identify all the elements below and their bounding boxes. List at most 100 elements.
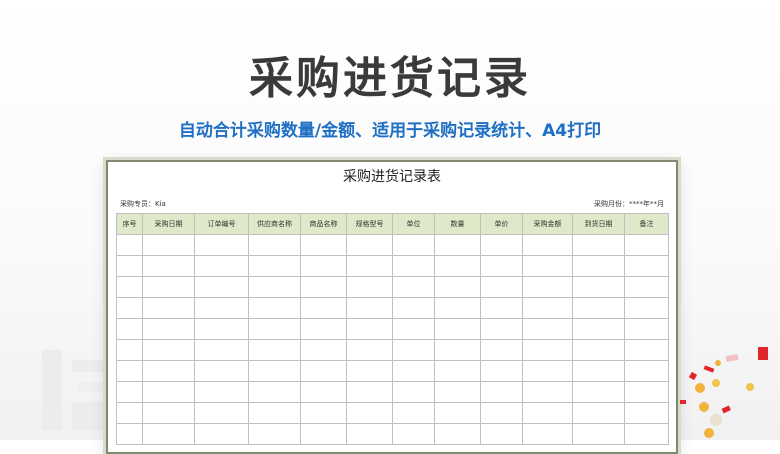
table-row	[116, 276, 669, 298]
table-cell	[194, 381, 249, 403]
table-cell	[116, 423, 143, 445]
table-cell	[480, 255, 523, 277]
decoration-confetti	[676, 345, 780, 440]
table-row	[116, 297, 669, 319]
table-cell	[300, 297, 347, 319]
table-cell	[434, 318, 481, 340]
column-header: 商品名称	[300, 213, 347, 235]
table-cell	[142, 402, 195, 424]
table-cell	[480, 402, 523, 424]
table-row	[116, 318, 669, 340]
table-cell	[194, 297, 249, 319]
table-cell	[572, 276, 625, 298]
table-cell	[248, 297, 301, 319]
page-subtitle: 自动合计采购数量/金额、适用于采购记录统计、A4打印	[178, 121, 602, 141]
spreadsheet-preview: 采购进货记录表 采购专员：Kia 采购月份：****年**月 序号 采购日期 订…	[106, 160, 678, 454]
table-cell	[392, 318, 435, 340]
table-cell	[392, 339, 435, 361]
table-header-row: 序号 采购日期 订单编号 供应商名称 商品名称 规格型号 单位 数量 单价 采购…	[116, 213, 669, 235]
table-row	[116, 234, 669, 256]
table-cell	[522, 360, 573, 382]
table-cell	[248, 423, 301, 445]
table-cell	[346, 360, 393, 382]
table-cell	[142, 381, 195, 403]
table-cell	[142, 318, 195, 340]
month-label: 采购月份：****年**月	[594, 200, 664, 208]
table-cell	[572, 381, 625, 403]
table-cell	[116, 339, 143, 361]
table-cell	[300, 360, 347, 382]
table-row	[116, 339, 669, 361]
table-cell	[142, 423, 195, 445]
table-cell	[522, 234, 573, 256]
table-cell	[116, 276, 143, 298]
table-cell	[194, 339, 249, 361]
table-cell	[572, 255, 625, 277]
table-cell	[480, 381, 523, 403]
table-cell	[572, 423, 625, 445]
table-cell	[346, 318, 393, 340]
table-cell	[522, 297, 573, 319]
column-header: 单价	[480, 213, 523, 235]
table-cell	[624, 402, 669, 424]
table-cell	[142, 360, 195, 382]
table-cell	[300, 423, 347, 445]
page-title: 采购进货记录	[249, 53, 531, 104]
table-cell	[116, 381, 143, 403]
table-cell	[624, 423, 669, 445]
table-cell	[194, 423, 249, 445]
table-cell	[346, 234, 393, 256]
table-cell	[300, 276, 347, 298]
table-cell	[392, 276, 435, 298]
table-cell	[194, 318, 249, 340]
table-cell	[434, 255, 481, 277]
table-cell	[624, 381, 669, 403]
table-cell	[522, 381, 573, 403]
table-cell	[300, 318, 347, 340]
table-row	[116, 423, 669, 445]
table-cell	[346, 381, 393, 403]
column-header: 采购金额	[522, 213, 573, 235]
table-cell	[572, 318, 625, 340]
table-cell	[572, 339, 625, 361]
table-cell	[522, 402, 573, 424]
record-table: 序号 采购日期 订单编号 供应商名称 商品名称 规格型号 单位 数量 单价 采购…	[116, 213, 669, 445]
table-cell	[248, 381, 301, 403]
table-cell	[392, 381, 435, 403]
table-cell	[116, 402, 143, 424]
table-cell	[434, 234, 481, 256]
table-cell	[346, 423, 393, 445]
table-cell	[142, 297, 195, 319]
table-cell	[194, 276, 249, 298]
table-cell	[248, 360, 301, 382]
table-cell	[116, 234, 143, 256]
table-cell	[248, 318, 301, 340]
column-header: 采购日期	[142, 213, 195, 235]
column-header: 数量	[434, 213, 481, 235]
column-header: 供应商名称	[248, 213, 301, 235]
table-cell	[142, 255, 195, 277]
table-cell	[142, 276, 195, 298]
table-cell	[300, 234, 347, 256]
table-cell	[624, 276, 669, 298]
table-cell	[194, 234, 249, 256]
table-cell	[142, 339, 195, 361]
table-cell	[392, 360, 435, 382]
table-cell	[434, 297, 481, 319]
column-header: 规格型号	[346, 213, 393, 235]
table-cell	[522, 255, 573, 277]
table-cell	[194, 402, 249, 424]
table-cell	[116, 318, 143, 340]
buyer-label: 采购专员：Kia	[120, 200, 166, 208]
table-cell	[300, 402, 347, 424]
table-cell	[346, 276, 393, 298]
table-cell	[142, 234, 195, 256]
table-cell	[624, 339, 669, 361]
table-cell	[522, 423, 573, 445]
table-cell	[434, 339, 481, 361]
table-cell	[300, 339, 347, 361]
table-cell	[248, 255, 301, 277]
table-cell	[248, 402, 301, 424]
table-cell	[392, 402, 435, 424]
table-cell	[300, 255, 347, 277]
